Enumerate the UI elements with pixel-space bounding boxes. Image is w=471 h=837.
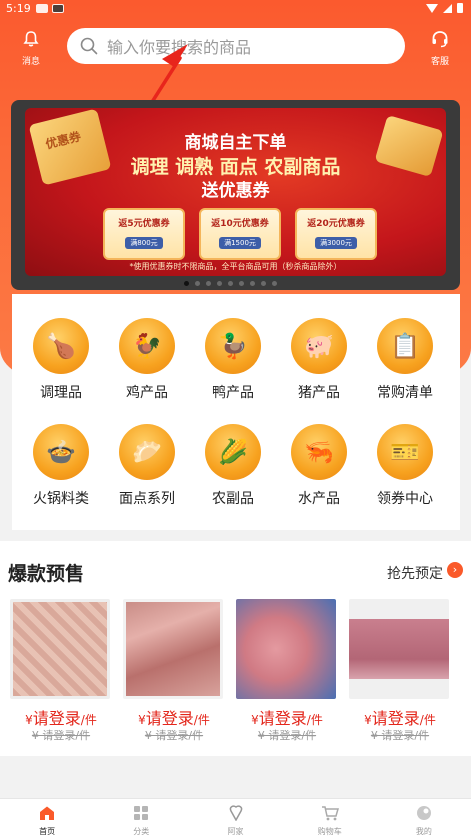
- product-price: ¥请登录/件: [251, 709, 323, 728]
- nuggets-icon: 🍗: [33, 318, 89, 374]
- product-original-price: ¥ 请登录/件: [31, 729, 91, 742]
- pagination-dot[interactable]: [250, 281, 255, 286]
- category-item[interactable]: 📋 常购清单: [362, 318, 448, 402]
- category-item[interactable]: 🥟 面点系列: [104, 424, 190, 508]
- tab-profile[interactable]: 我的: [377, 799, 471, 837]
- home-icon: [40, 806, 55, 820]
- search-input[interactable]: 输入你要搜索的商品: [67, 28, 405, 64]
- product-card[interactable]: ¥请登录/件 ¥ 请登录/件: [123, 599, 225, 743]
- banner-subheadline: 调理 调熟 面点 农副商品: [130, 156, 341, 178]
- product-price: ¥请登录/件: [25, 709, 97, 728]
- pagination-dot[interactable]: [272, 281, 277, 286]
- banner-coupon: 返10元优惠券 满1500元: [199, 208, 281, 260]
- status-bar: 5:19: [0, 0, 471, 18]
- product-image: [349, 599, 449, 699]
- category-icon: [134, 806, 149, 820]
- profile-icon: [416, 806, 431, 820]
- tab-category[interactable]: 分类: [94, 799, 188, 837]
- category-item[interactable]: 🍗 调理品: [18, 318, 104, 402]
- banner-headline: 商城自主下单: [184, 133, 287, 153]
- headset-icon: [432, 31, 448, 48]
- coupon-icon: 🎫: [377, 424, 433, 480]
- shrimp-icon: 🦐: [291, 424, 347, 480]
- pagination-dot[interactable]: [206, 281, 211, 286]
- wifi-icon: [426, 3, 438, 13]
- product-original-price: ¥ 请登录/件: [370, 729, 430, 742]
- cart-icon: [321, 806, 339, 821]
- product-image: [236, 599, 336, 699]
- category-item[interactable]: 🌽 农副品: [190, 424, 276, 508]
- banner-tagline: 送优惠券: [201, 181, 270, 201]
- search-icon: [80, 37, 98, 55]
- product-card[interactable]: ¥请登录/件 ¥ 请登录/件: [349, 599, 451, 743]
- product-price: ¥请登录/件: [364, 709, 436, 728]
- promo-banner[interactable]: 优惠券 商城自主下单 调理 调熟 面点 农副商品 送优惠券 返5元优惠券 满80…: [11, 100, 460, 290]
- signal-icon: [443, 3, 452, 13]
- category-item[interactable]: 🐖 猪产品: [276, 318, 362, 402]
- search-placeholder: 输入你要搜索的商品: [107, 38, 252, 57]
- banner-pagination: [184, 281, 277, 286]
- product-original-price: ¥ 请登录/件: [257, 729, 317, 742]
- product-image: [10, 599, 110, 699]
- chicken-icon: 🐓: [119, 318, 175, 374]
- bottom-tab-bar: 首页 分类 阿家 购物车 我的: [0, 798, 471, 837]
- status-time: 5:19: [6, 2, 31, 15]
- pig-icon: 🐖: [291, 318, 347, 374]
- pagination-dot[interactable]: [239, 281, 244, 286]
- tab-cart[interactable]: 购物车: [283, 799, 377, 837]
- pagination-dot[interactable]: [195, 281, 200, 286]
- tab-home[interactable]: 首页: [0, 799, 94, 837]
- hotpot-icon: 🍲: [33, 424, 89, 480]
- pagination-dot[interactable]: [217, 281, 222, 286]
- category-item[interactable]: 🦐 水产品: [276, 424, 362, 508]
- presale-more-link[interactable]: 抢先预定: [387, 563, 443, 583]
- presale-section: 爆款预售 抢先预定 › ¥请登录/件 ¥ 请登录/件 ¥请登录/件 ¥ 请登录/…: [0, 541, 471, 756]
- product-price: ¥请登录/件: [138, 709, 210, 728]
- notification-app-icon: [36, 4, 48, 13]
- product-card[interactable]: ¥请登录/件 ¥ 请登录/件: [10, 599, 112, 743]
- product-card[interactable]: ¥请登录/件 ¥ 请登录/件: [236, 599, 338, 743]
- message-label: 消息: [21, 57, 40, 67]
- category-item[interactable]: 🍲 火锅料类: [18, 424, 104, 508]
- banner-coupon: 返5元优惠券 满800元: [103, 208, 185, 260]
- pagination-dot[interactable]: [261, 281, 266, 286]
- chevron-right-icon[interactable]: ›: [447, 562, 463, 578]
- product-original-price: ¥ 请登录/件: [144, 729, 204, 742]
- category-item[interactable]: 🦆 鸭产品: [190, 318, 276, 402]
- banner-coupon: 返20元优惠券 满3000元: [295, 208, 377, 260]
- dumpling-icon: 🥟: [119, 424, 175, 480]
- message-button[interactable]: 消息: [10, 30, 52, 67]
- brand-icon: [229, 805, 242, 822]
- corn-icon: 🌽: [205, 424, 261, 480]
- product-image: [123, 599, 223, 699]
- customer-service-button[interactable]: 客服: [419, 30, 461, 67]
- bell-icon: [23, 31, 39, 47]
- battery-icon: [457, 3, 463, 13]
- tab-brand[interactable]: 阿家: [188, 799, 282, 837]
- notification-app-icon: [52, 4, 64, 13]
- duck-icon: 🦆: [205, 318, 261, 374]
- service-label: 客服: [430, 57, 449, 67]
- pagination-dot[interactable]: [228, 281, 233, 286]
- category-item[interactable]: 🐓 鸡产品: [104, 318, 190, 402]
- category-grid: 🍗 调理品 🐓 鸡产品 🦆 鸭产品 🐖 猪产品 📋 常购清单 🍲 火锅料类 🥟 …: [12, 294, 460, 530]
- section-title: 爆款预售: [8, 563, 85, 585]
- pagination-dot[interactable]: [184, 281, 189, 286]
- clipboard-icon: 📋: [377, 318, 433, 374]
- banner-footnote: *使用优惠券时不限商品，全平台商品可用（秒杀商品除外）: [129, 262, 342, 271]
- promo-banner-image: 优惠券 商城自主下单 调理 调熟 面点 农副商品 送优惠券 返5元优惠券 满80…: [25, 108, 446, 276]
- banner-coupons: 返5元优惠券 满800元 返10元优惠券 满1500元 返20元优惠券 满300…: [103, 208, 377, 260]
- category-item[interactable]: 🎫 领券中心: [362, 424, 448, 508]
